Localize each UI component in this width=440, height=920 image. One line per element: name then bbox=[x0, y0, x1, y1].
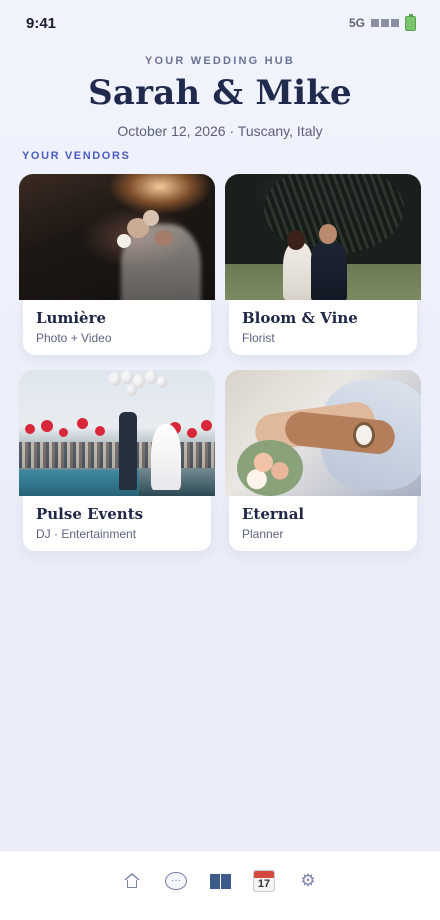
vendor-card-bloom-vine[interactable]: Bloom & Vine Florist bbox=[225, 174, 421, 355]
tab-messages[interactable]: ··· bbox=[164, 869, 188, 893]
status-bar: 9:41 5G bbox=[0, 0, 440, 46]
chat-icon: ··· bbox=[165, 872, 187, 890]
tab-calendar[interactable]: 17 bbox=[252, 869, 276, 893]
vendor-info: Lumière Photo + Video bbox=[23, 300, 211, 355]
vendor-name: Lumière bbox=[36, 309, 107, 327]
vendor-photo-balloon-celebration bbox=[19, 370, 215, 496]
vendor-name: Pulse Events bbox=[36, 505, 144, 523]
tab-guests[interactable] bbox=[208, 869, 232, 893]
vendor-type: Florist bbox=[242, 331, 275, 345]
vendor-card-eternal[interactable]: Eternal Planner bbox=[225, 370, 421, 551]
vendor-card-lumiere[interactable]: Lumière Photo + Video bbox=[19, 174, 215, 355]
home-icon bbox=[124, 873, 140, 889]
bottom-tab-bar: ··· 17 ⚙ bbox=[0, 850, 440, 920]
vendor-photo-bouquet bbox=[19, 174, 215, 300]
vendor-type: Photo + Video bbox=[36, 331, 112, 345]
vendor-info: Pulse Events DJ · Entertainment bbox=[23, 496, 211, 551]
battery-icon bbox=[405, 13, 416, 31]
tab-home[interactable] bbox=[120, 869, 144, 893]
gear-icon: ⚙ bbox=[300, 871, 316, 890]
vendor-grid: Lumière Photo + Video Bloom & Vine Flori… bbox=[19, 174, 421, 551]
calendar-icon: 17 bbox=[253, 870, 275, 892]
signal-icon bbox=[371, 19, 399, 27]
vendor-photo-holding-hands bbox=[225, 370, 421, 496]
status-time: 9:41 bbox=[26, 14, 57, 32]
tab-settings[interactable]: ⚙ bbox=[296, 869, 320, 893]
vendor-info: Eternal Planner bbox=[229, 496, 417, 551]
vendor-card-pulse-events[interactable]: Pulse Events DJ · Entertainment bbox=[19, 370, 215, 551]
vendors-section-label: YOUR VENDORS bbox=[22, 150, 131, 162]
vendor-type: Planner bbox=[242, 527, 284, 541]
wedding-header: YOUR WEDDING HUB Sarah & Mike October 12… bbox=[0, 55, 440, 139]
people-icon bbox=[209, 873, 231, 889]
calendar-icon-day: 17 bbox=[257, 878, 271, 890]
couple-names: Sarah & Mike bbox=[88, 73, 352, 113]
vendor-photo-couple-palms bbox=[225, 174, 421, 300]
wedding-details: October 12, 2026 · Tuscany, Italy bbox=[117, 123, 323, 139]
vendor-info: Bloom & Vine Florist bbox=[229, 300, 417, 355]
network-label: 5G bbox=[348, 16, 365, 30]
status-indicators: 5G bbox=[348, 13, 416, 31]
vendor-name: Bloom & Vine bbox=[242, 309, 358, 327]
vendor-name: Eternal bbox=[242, 505, 305, 523]
header-eyebrow: YOUR WEDDING HUB bbox=[144, 55, 296, 67]
vendor-type: DJ · Entertainment bbox=[36, 527, 137, 541]
